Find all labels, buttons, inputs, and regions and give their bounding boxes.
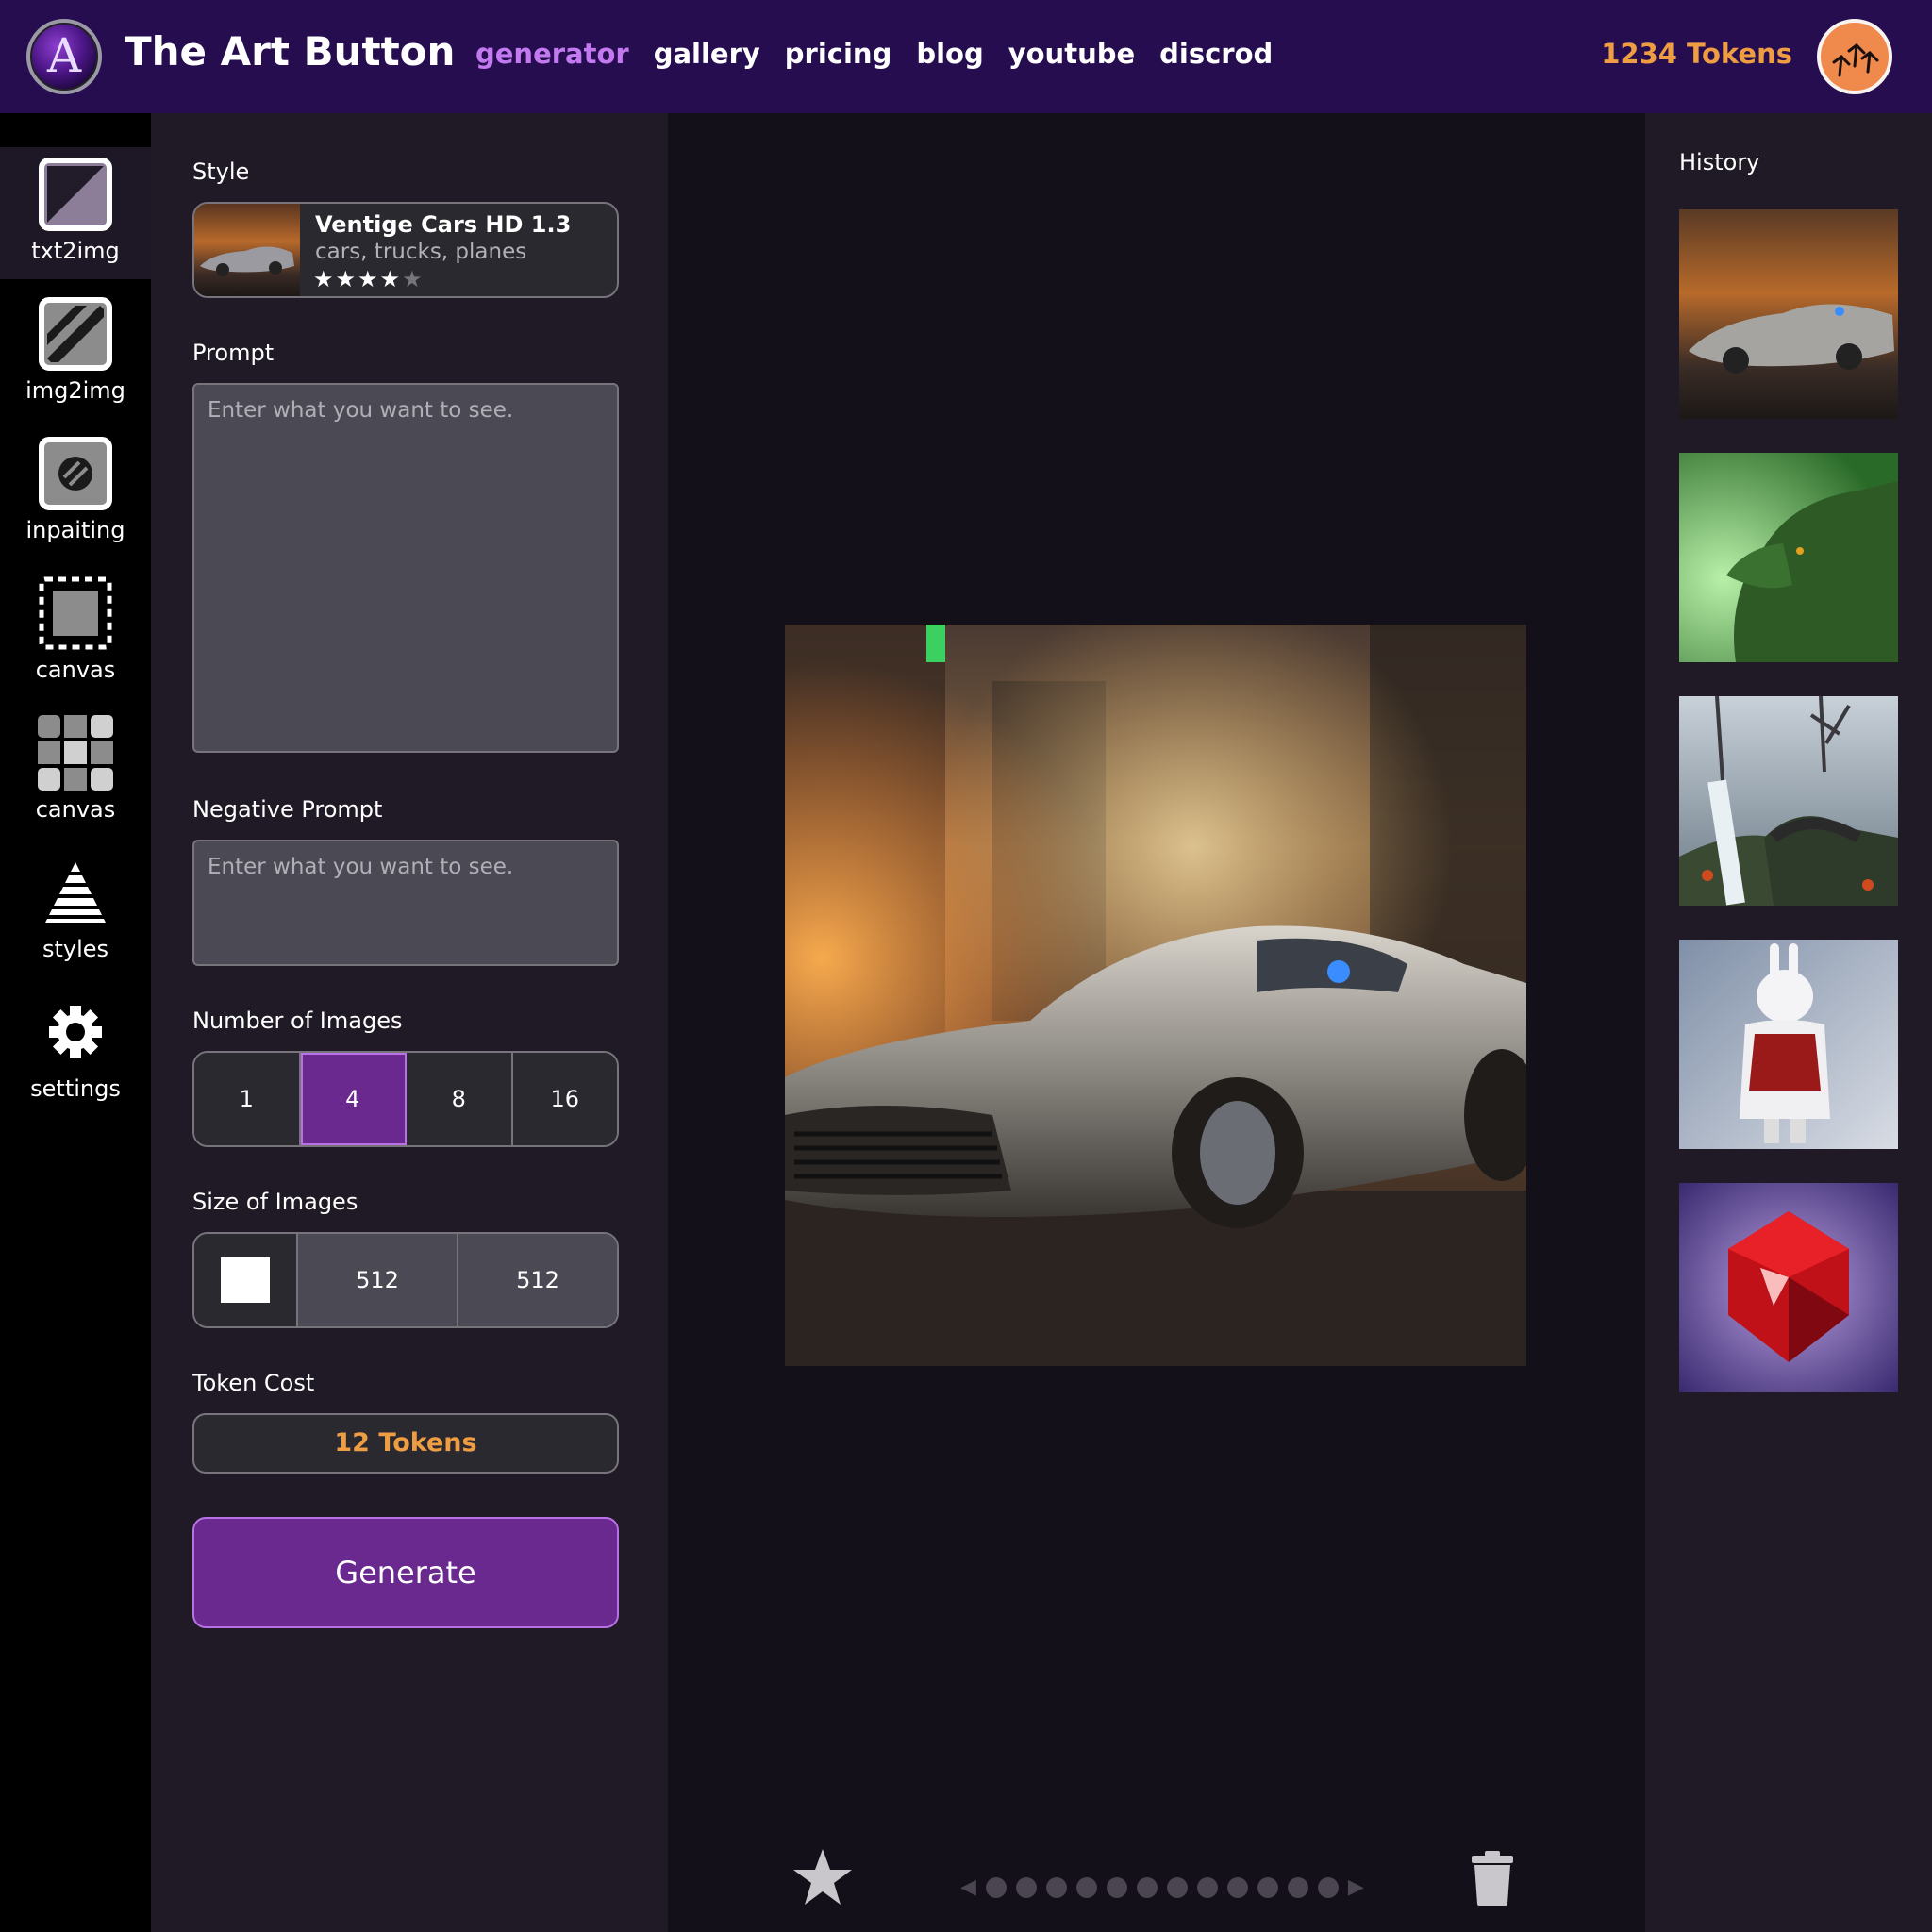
tool-inpainting[interactable]: inpaiting (0, 426, 151, 558)
negative-prompt-label: Negative Prompt (192, 796, 383, 823)
num-images-option-1[interactable]: 1 (194, 1053, 301, 1145)
history-rabbit-image (1679, 940, 1898, 1149)
pager-dot[interactable] (1226, 1876, 1248, 1898)
avatar-birds-icon (1832, 43, 1879, 77)
pager-dot[interactable] (1166, 1876, 1188, 1898)
star-rating-filled: ★★★★ (313, 266, 403, 292)
token-balance[interactable]: 1234 Tokens (1601, 38, 1792, 70)
history-gem-image (1679, 1183, 1898, 1392)
tool-img2img[interactable]: img2img (0, 287, 151, 419)
pager-dot[interactable] (1075, 1876, 1097, 1898)
style-rating: ★★★★★ (313, 266, 425, 292)
tool-label: canvas (35, 796, 116, 823)
history-panel: History (1645, 113, 1932, 1932)
num-images-label: Number of Images (192, 1008, 403, 1034)
history-thumb-car[interactable] (1679, 209, 1898, 419)
pager-dot[interactable] (1015, 1876, 1037, 1898)
pager-dot[interactable] (1045, 1876, 1067, 1898)
img2img-icon (39, 297, 112, 371)
tool-txt2img[interactable]: txt2img (0, 147, 151, 279)
generate-button[interactable]: Generate (192, 1517, 619, 1628)
nav-blog[interactable]: blog (916, 38, 983, 70)
inpainting-icon (39, 437, 112, 510)
aspect-square-toggle[interactable] (194, 1234, 298, 1326)
tool-canvas[interactable]: canvas (0, 566, 151, 698)
settings-panel: Style Ventige Cars HD 1.3 cars, trucks, … (151, 113, 668, 1932)
star-rating-empty: ★ (402, 266, 425, 292)
history-thumb-lion[interactable] (1679, 453, 1898, 662)
token-cost-label: Token Cost (192, 1370, 315, 1396)
car-thumbnail-image (194, 204, 300, 296)
history-title: History (1679, 149, 1760, 175)
logo-letter: A (46, 28, 82, 83)
pager-dot[interactable] (985, 1876, 1007, 1898)
main-nav: generator gallery pricing blog youtube d… (475, 38, 1273, 70)
history-lion-image (1679, 453, 1898, 662)
style-tags: cars, trucks, planes (315, 240, 527, 264)
history-thumb-gem[interactable] (1679, 1183, 1898, 1392)
width-field[interactable]: 512 (298, 1234, 458, 1326)
size-images-label: Size of Images (192, 1189, 358, 1215)
pager-dot[interactable] (1196, 1876, 1218, 1898)
pager-dot[interactable] (1317, 1876, 1339, 1898)
size-selector: 512 512 (192, 1232, 619, 1328)
num-images-option-16[interactable]: 16 (512, 1053, 617, 1145)
history-thumb-rabbit[interactable] (1679, 940, 1898, 1149)
tool-rail: txt2img img2img inpaiting canvas canvas (0, 113, 151, 1932)
num-images-option-4[interactable]: 4 (300, 1053, 407, 1145)
history-thumb-bridge[interactable] (1679, 696, 1898, 906)
top-bar: A The Art Button generator gallery prici… (0, 0, 1932, 113)
tool-label: txt2img (31, 238, 120, 264)
history-bridge-image (1679, 696, 1898, 906)
token-cost-value: 12 Tokens (192, 1413, 619, 1474)
tool-label: canvas (35, 657, 116, 683)
prev-arrow-icon[interactable]: ◀ (960, 1875, 976, 1899)
txt2img-icon (39, 158, 112, 231)
square-aspect-icon (221, 1257, 270, 1303)
nav-pricing[interactable]: pricing (785, 38, 892, 70)
pager-dot[interactable] (1257, 1876, 1278, 1898)
prompt-input[interactable] (192, 383, 619, 753)
trash-icon[interactable] (1472, 1851, 1513, 1906)
favorite-star-icon[interactable] (792, 1847, 853, 1907)
pager-dot[interactable] (1287, 1876, 1308, 1898)
logo-icon[interactable]: A (26, 19, 102, 94)
tool-label: styles (42, 936, 109, 962)
nav-youtube[interactable]: youtube (1008, 38, 1135, 70)
image-pager: ◀ ▶ (960, 1875, 1364, 1899)
brand-title[interactable]: The Art Button (125, 28, 455, 75)
style-selector[interactable]: Ventige Cars HD 1.3 cars, trucks, planes… (192, 202, 619, 298)
gear-icon (49, 1006, 102, 1058)
image-viewer: ◀ ▶ (668, 113, 1645, 1932)
nav-discord[interactable]: discrod (1159, 38, 1273, 70)
tool-styles[interactable]: styles (0, 845, 151, 977)
nav-generator[interactable]: generator (475, 38, 629, 70)
tool-settings[interactable]: settings (0, 985, 151, 1117)
height-field[interactable]: 512 (458, 1234, 617, 1326)
pager-dot[interactable] (1106, 1876, 1127, 1898)
next-arrow-icon[interactable]: ▶ (1348, 1875, 1364, 1899)
canvas-dashed-icon (39, 576, 112, 650)
pager-dot[interactable] (1136, 1876, 1158, 1898)
tool-label: settings (30, 1075, 121, 1102)
car-scene-image (785, 625, 1526, 1366)
user-avatar[interactable] (1817, 19, 1892, 94)
tool-label: inpaiting (25, 517, 125, 543)
tool-canvas-grid[interactable]: canvas (0, 706, 151, 838)
history-car-image (1679, 209, 1898, 419)
pyramid-icon (45, 862, 106, 923)
style-thumbnail (194, 204, 300, 296)
style-label: Style (192, 158, 250, 185)
num-images-selector: 1 4 8 16 (192, 1051, 619, 1147)
negative-prompt-input[interactable] (192, 840, 619, 966)
canvas-grid-icon (38, 715, 113, 791)
num-images-option-8[interactable]: 8 (407, 1053, 513, 1145)
nav-gallery[interactable]: gallery (654, 38, 760, 70)
tool-label: img2img (25, 377, 125, 404)
style-name: Ventige Cars HD 1.3 (315, 211, 572, 238)
prompt-label: Prompt (192, 340, 275, 366)
generated-image[interactable] (785, 625, 1526, 1366)
